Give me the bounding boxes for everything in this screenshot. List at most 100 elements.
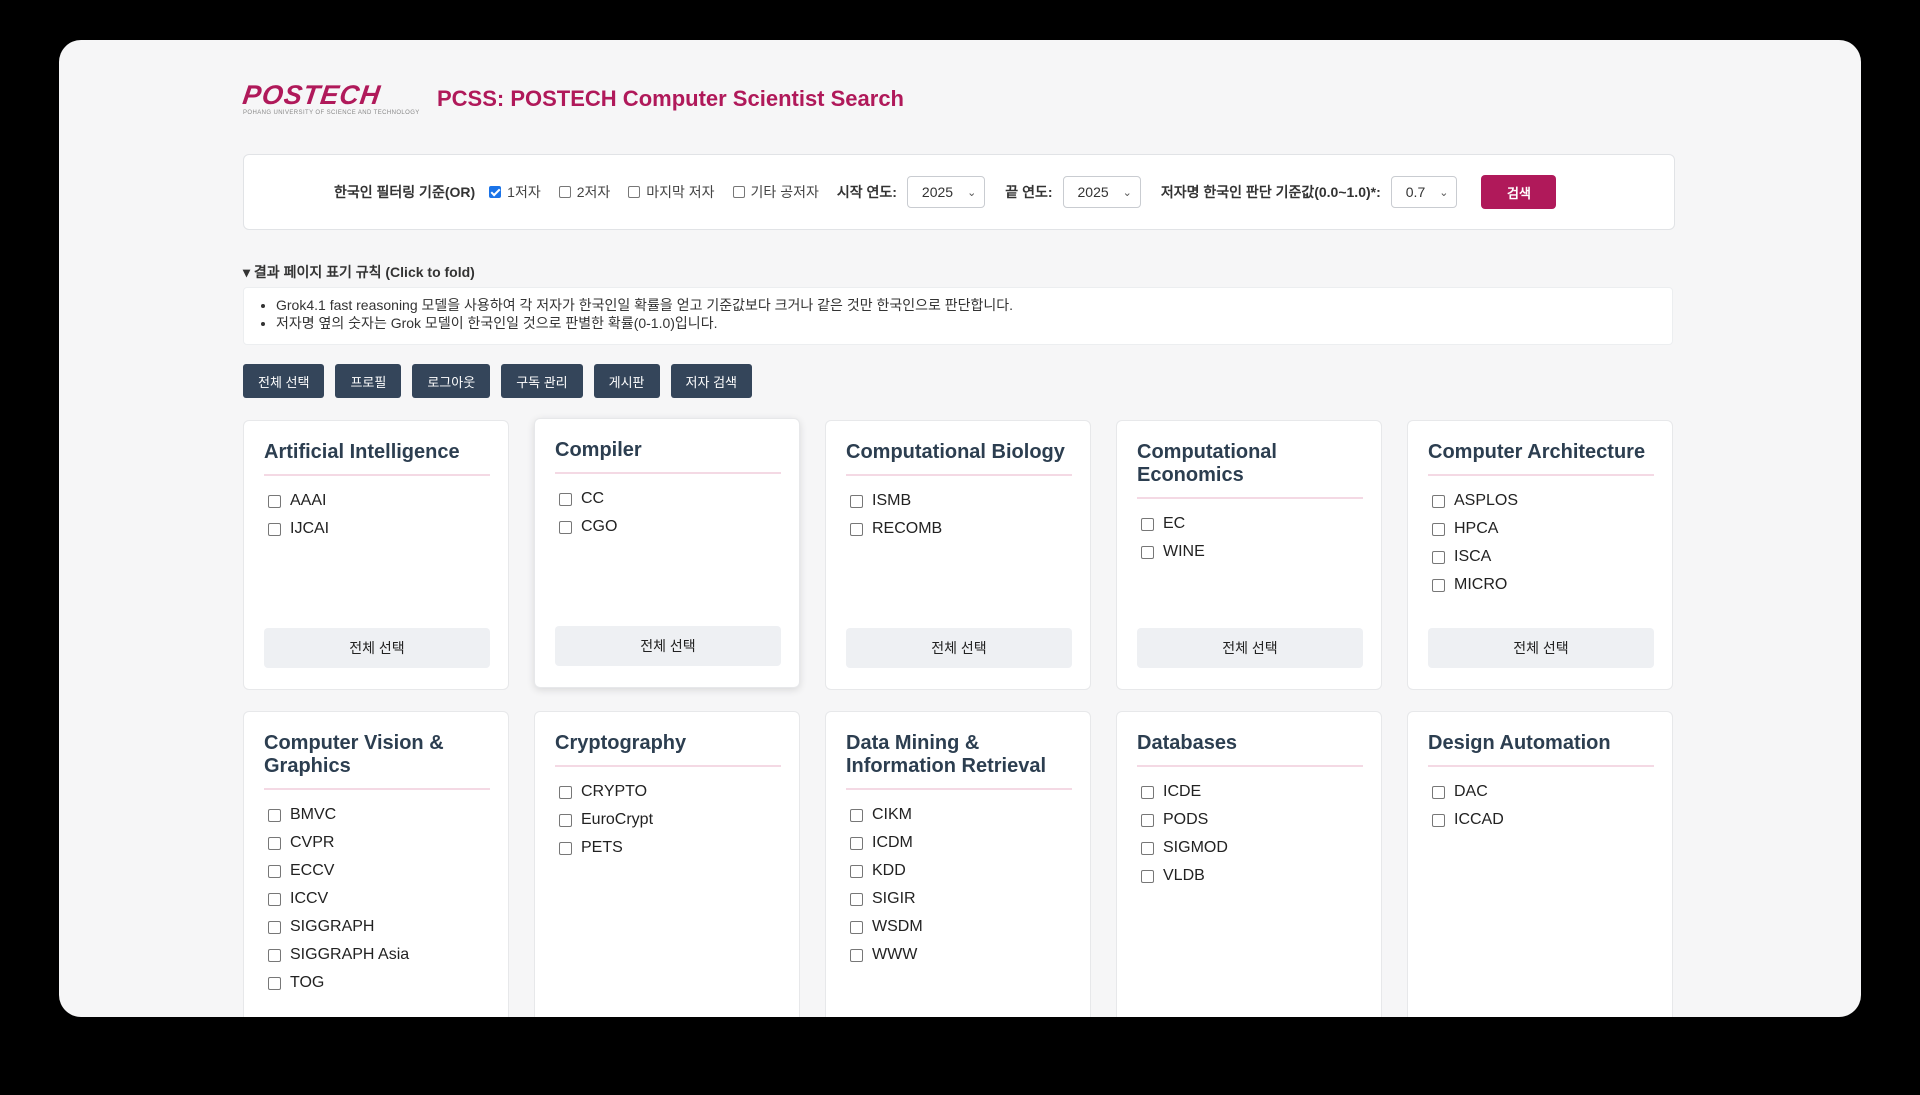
conference-checkbox[interactable]: RECOMB [850, 515, 942, 543]
checkbox-icon[interactable] [850, 836, 863, 850]
checkbox-icon[interactable] [1432, 813, 1445, 827]
checkbox-icon[interactable] [268, 494, 281, 508]
checkbox-icon[interactable] [1432, 494, 1445, 508]
filter-last-author-checkbox[interactable]: 마지막 저자 [628, 182, 715, 202]
board-button[interactable]: 게시판 [593, 364, 660, 398]
conference-list: ASPLOS HPCA ISCA MICRO [1432, 487, 1518, 599]
conference-checkbox[interactable]: WWW [850, 941, 923, 969]
conference-checkbox[interactable]: CRYPTO [559, 778, 653, 806]
conference-checkbox[interactable]: BMVC [268, 801, 409, 829]
conference-checkbox[interactable]: ICCV [268, 885, 409, 913]
postech-logo[interactable]: POSTECH POHANG UNIVERSITY OF SCIENCE AND… [241, 80, 420, 116]
checkbox-icon[interactable] [850, 948, 863, 962]
conference-checkbox[interactable]: ICDM [850, 829, 923, 857]
checkbox-icon[interactable] [559, 520, 572, 534]
conference-checkbox[interactable]: ISMB [850, 487, 942, 515]
checkbox-icon[interactable] [850, 522, 863, 536]
conference-checkbox[interactable]: CIKM [850, 801, 923, 829]
checkbox-checked-icon[interactable] [489, 186, 502, 198]
conference-checkbox[interactable]: EuroCrypt [559, 806, 653, 834]
card-select-all-button[interactable]: 전체 선택 [1137, 628, 1363, 668]
checkbox-icon[interactable] [1432, 550, 1445, 564]
end-year-select[interactable]: 2025 ⌄ [1062, 176, 1141, 208]
page-title: PCSS: POSTECH Computer Scientist Search [437, 86, 904, 111]
conference-checkbox[interactable]: EC [1141, 510, 1205, 538]
checkbox-icon[interactable] [559, 813, 572, 827]
checkbox-icon[interactable] [1141, 841, 1154, 855]
conference-checkbox[interactable]: CC [559, 485, 617, 513]
conference-label: CIKM [872, 806, 912, 823]
rules-list: Grok4.1 fast reasoning 모델을 사용하여 각 저자가 한국… [262, 296, 1672, 332]
card-select-all-button[interactable]: 전체 선택 [264, 628, 490, 668]
chevron-down-icon: ⌄ [1439, 186, 1449, 199]
checkbox-icon[interactable] [850, 892, 863, 906]
filter-other-coauthor-checkbox[interactable]: 기타 공저자 [732, 182, 819, 202]
checkbox-icon[interactable] [268, 808, 281, 822]
threshold-select[interactable]: 0.7 ⌄ [1390, 176, 1458, 208]
category-title: Computer Vision & Graphics [264, 732, 490, 790]
conference-checkbox[interactable]: SIGIR [850, 885, 923, 913]
conference-checkbox[interactable]: CGO [559, 513, 617, 541]
conference-checkbox[interactable]: MICRO [1432, 571, 1518, 599]
checkbox-icon[interactable] [732, 186, 745, 198]
rules-toggle[interactable]: ▾ 결과 페이지 표기 규칙 (Click to fold) [243, 262, 475, 282]
conference-checkbox[interactable]: ICCAD [1432, 806, 1504, 834]
conference-checkbox[interactable]: TOG [268, 969, 409, 997]
checkbox-icon[interactable] [850, 808, 863, 822]
checkbox-icon[interactable] [268, 836, 281, 850]
card-select-all-button[interactable]: 전체 선택 [555, 626, 781, 666]
checkbox-icon[interactable] [268, 948, 281, 962]
conference-checkbox[interactable]: IJCAI [268, 515, 329, 543]
checkbox-icon[interactable] [558, 186, 571, 198]
select-all-button[interactable]: 전체 선택 [243, 364, 325, 398]
conference-checkbox[interactable]: DAC [1432, 778, 1504, 806]
checkbox-icon[interactable] [850, 920, 863, 934]
checkbox-icon[interactable] [1432, 578, 1445, 592]
profile-button[interactable]: 프로필 [335, 364, 402, 398]
conference-checkbox[interactable]: ICDE [1141, 778, 1228, 806]
conference-checkbox[interactable]: VLDB [1141, 862, 1228, 890]
conference-checkbox[interactable]: SIGGRAPH [268, 913, 409, 941]
checkbox-icon[interactable] [559, 841, 572, 855]
checkbox-icon[interactable] [559, 785, 572, 799]
card-select-all-button[interactable]: 전체 선택 [846, 628, 1072, 668]
checkbox-icon[interactable] [268, 522, 281, 536]
checkbox-icon[interactable] [1141, 517, 1154, 531]
checkbox-icon[interactable] [850, 494, 863, 508]
checkbox-icon[interactable] [1141, 785, 1154, 799]
conference-checkbox[interactable]: AAAI [268, 487, 329, 515]
search-button[interactable]: 검색 [1481, 175, 1557, 209]
logout-button[interactable]: 로그아웃 [412, 364, 491, 398]
conference-checkbox[interactable]: PETS [559, 834, 653, 862]
conference-checkbox[interactable]: SIGGRAPH Asia [268, 941, 409, 969]
checkbox-icon[interactable] [268, 976, 281, 990]
subscription-button[interactable]: 구독 관리 [501, 364, 583, 398]
conference-checkbox[interactable]: HPCA [1432, 515, 1518, 543]
checkbox-icon[interactable] [268, 920, 281, 934]
conference-checkbox[interactable]: ISCA [1432, 543, 1518, 571]
author-search-button[interactable]: 저자 검색 [670, 364, 752, 398]
conference-checkbox[interactable]: WSDM [850, 913, 923, 941]
logo-subtitle: POHANG UNIVERSITY OF SCIENCE AND TECHNOL… [243, 110, 420, 116]
checkbox-icon[interactable] [268, 892, 281, 906]
conference-checkbox[interactable]: KDD [850, 857, 923, 885]
checkbox-icon[interactable] [1432, 785, 1445, 799]
conference-checkbox[interactable]: ECCV [268, 857, 409, 885]
start-year-select[interactable]: 2025 ⌄ [906, 176, 986, 208]
checkbox-icon[interactable] [1432, 522, 1445, 536]
checkbox-icon[interactable] [559, 492, 572, 506]
checkbox-icon[interactable] [1141, 545, 1154, 559]
filter-first-author-checkbox[interactable]: 1저자 [489, 182, 541, 202]
checkbox-icon[interactable] [268, 864, 281, 878]
conference-checkbox[interactable]: SIGMOD [1141, 834, 1228, 862]
conference-checkbox[interactable]: ASPLOS [1432, 487, 1518, 515]
conference-checkbox[interactable]: WINE [1141, 538, 1205, 566]
checkbox-icon[interactable] [1141, 813, 1154, 827]
filter-second-author-checkbox[interactable]: 2저자 [558, 182, 610, 202]
checkbox-icon[interactable] [628, 186, 641, 198]
conference-checkbox[interactable]: CVPR [268, 829, 409, 857]
checkbox-icon[interactable] [850, 864, 863, 878]
card-select-all-button[interactable]: 전체 선택 [1428, 628, 1654, 668]
conference-checkbox[interactable]: PODS [1141, 806, 1228, 834]
checkbox-icon[interactable] [1141, 869, 1154, 883]
